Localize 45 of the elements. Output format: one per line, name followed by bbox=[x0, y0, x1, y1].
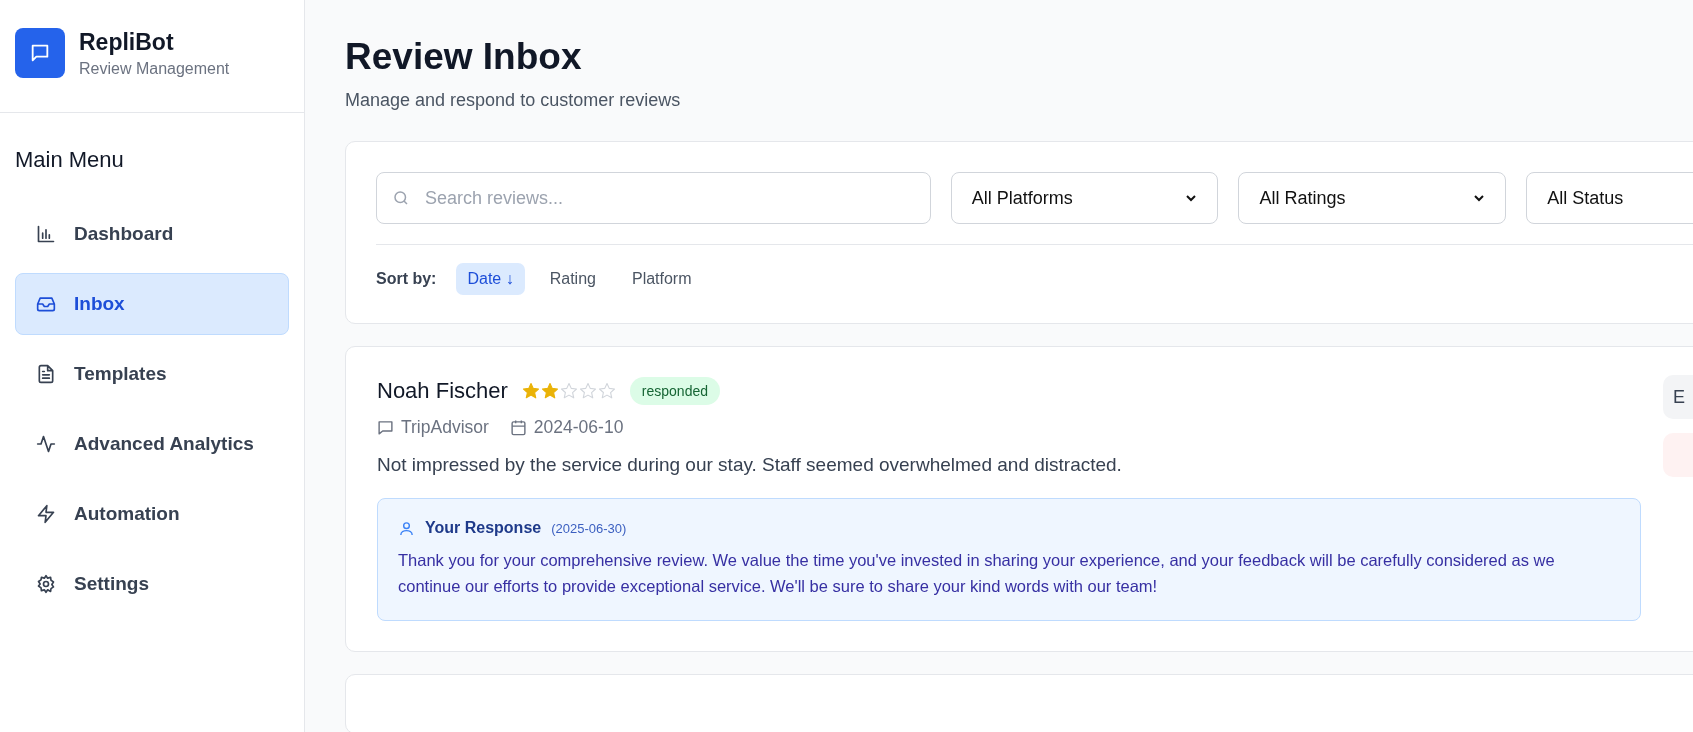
platform-name: TripAdvisor bbox=[401, 417, 489, 438]
sidebar-item[interactable]: Templates bbox=[15, 343, 289, 405]
response-title: Your Response bbox=[425, 519, 542, 537]
menu-section-title: Main Menu bbox=[15, 147, 125, 173]
sidebar-item[interactable]: Dashboard bbox=[15, 203, 289, 265]
user-icon bbox=[398, 519, 415, 537]
page-subtitle: Manage and respond to customer reviews bbox=[345, 90, 682, 111]
empty-star-icon bbox=[597, 382, 616, 400]
chevron-down-icon bbox=[1185, 192, 1198, 204]
app-subtitle: Review Management bbox=[79, 59, 230, 78]
sort-label: Sort by: bbox=[376, 270, 437, 288]
search-icon bbox=[392, 189, 410, 207]
inbox-tray-icon bbox=[36, 294, 56, 314]
sidebar-item[interactable]: Automation bbox=[15, 483, 289, 545]
search-field[interactable]: Search reviews... bbox=[376, 172, 931, 224]
document-icon bbox=[36, 364, 56, 384]
response-date: (2025-06-30) bbox=[551, 520, 627, 536]
filled-star-icon bbox=[521, 382, 540, 400]
page-title: Review Inbox bbox=[345, 36, 583, 78]
sort-option[interactable]: Platform bbox=[620, 263, 703, 295]
empty-star-icon bbox=[578, 382, 597, 400]
sidebar-item[interactable]: Inbox bbox=[15, 273, 289, 335]
settings-icon bbox=[36, 574, 56, 594]
chat-bubble-logo bbox=[15, 28, 65, 78]
sidebar-item[interactable]: Settings bbox=[15, 553, 289, 615]
filter-dropdown[interactable]: All Ratings bbox=[1238, 172, 1507, 224]
lightning-icon bbox=[36, 504, 56, 524]
action-button[interactable]: E bbox=[1663, 375, 1693, 419]
sidebar-item[interactable]: Advanced Analytics bbox=[15, 413, 289, 475]
calendar-icon bbox=[509, 419, 527, 436]
pulse-line-icon bbox=[36, 434, 56, 454]
filled-star-icon bbox=[540, 382, 559, 400]
sort-option[interactable]: Date ↓ bbox=[456, 263, 525, 295]
chevron-down-icon bbox=[1473, 192, 1486, 204]
status-badge: responded bbox=[629, 377, 720, 405]
speech-bubble-icon bbox=[377, 419, 394, 436]
bar-chart-icon bbox=[36, 224, 56, 244]
reviewer-name: Noah Fischer bbox=[377, 378, 508, 404]
filter-dropdown[interactable]: All Platforms bbox=[950, 172, 1219, 224]
review-text: Not impressed by the service during our stay. Staff seemed overwhelmed and distracted. bbox=[377, 454, 1123, 476]
filter-dropdown[interactable]: All Status bbox=[1526, 172, 1693, 224]
review-date: 2024-06-10 bbox=[533, 417, 624, 438]
response-text: Thank you for your comprehensive review. We value the time you've invested in sharing your experience, and your feedback will be carefully considered as we continue our efforts to provide exceptional service. We'll be sure to share your kind words with our team! bbox=[398, 550, 1556, 598]
app-name: RepliBot bbox=[79, 28, 175, 56]
sort-option[interactable]: Rating bbox=[538, 263, 607, 295]
